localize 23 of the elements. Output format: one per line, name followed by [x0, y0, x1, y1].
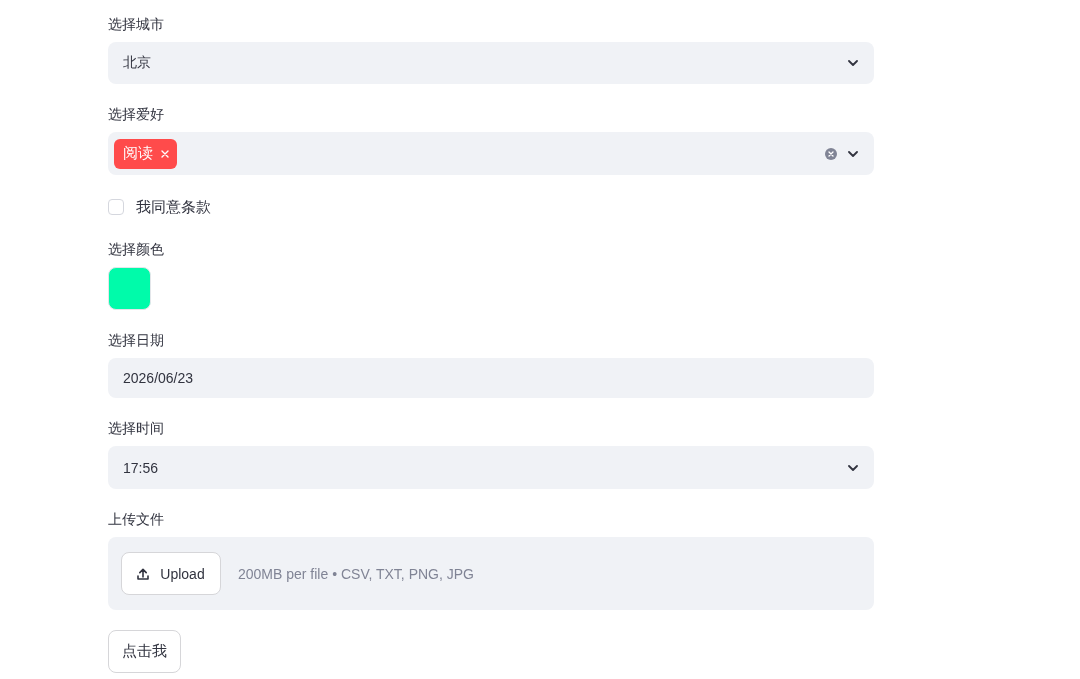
clear-icon[interactable] — [825, 147, 837, 160]
file-dropzone[interactable]: Upload 200MB per file • CSV, TXT, PNG, JPG — [108, 537, 874, 610]
upload-button[interactable]: Upload — [121, 552, 221, 595]
upload-icon — [137, 567, 150, 580]
chevron-down-icon — [848, 464, 858, 471]
file-limit-text: 200MB per file • CSV, TXT, PNG, JPG — [238, 565, 474, 582]
close-icon[interactable] — [161, 149, 169, 158]
field-label: 选择爱好 — [108, 105, 164, 124]
field-label: 上传文件 — [108, 510, 164, 529]
color-swatch-icon[interactable] — [108, 267, 151, 310]
field-label: 选择颜色 — [108, 240, 164, 259]
chevron-down-icon — [848, 60, 858, 66]
field-label: 选择城市 — [108, 15, 164, 34]
field-label: 选择时间 — [108, 419, 164, 438]
submit-button[interactable]: 点击我 — [108, 630, 181, 673]
chevron-down-icon — [848, 150, 858, 157]
select-field[interactable]: 北京 — [108, 42, 874, 84]
checkbox-label: 我同意条款 — [136, 197, 211, 217]
tag-text: 阅读 — [123, 144, 153, 163]
field-label: 选择日期 — [108, 331, 164, 350]
checkbox[interactable] — [108, 199, 124, 215]
time-select[interactable]: 17:56 — [108, 446, 874, 489]
date-field[interactable]: 2026/06/23 — [108, 358, 874, 398]
